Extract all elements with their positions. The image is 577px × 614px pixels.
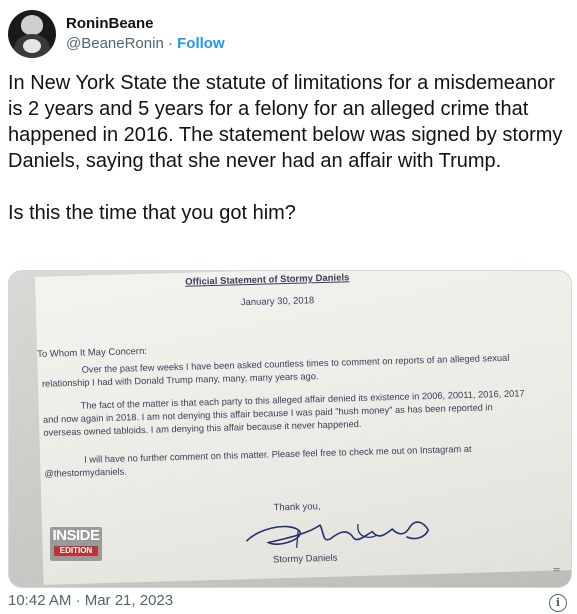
- tweet-text: In New York State the statute of limitat…: [8, 72, 563, 224]
- document-greeting: To Whom It May Concern:: [37, 345, 148, 360]
- handle-row: @BeaneRonin · Follow: [66, 34, 225, 54]
- logo-line-2: EDITION: [54, 546, 98, 556]
- logo-line-1: INSIDE: [52, 527, 100, 544]
- user-info: RoninBeane @BeaneRonin · Follow: [66, 14, 225, 54]
- display-name[interactable]: RoninBeane: [66, 14, 225, 34]
- avatar[interactable]: [8, 10, 56, 58]
- corner-mark-icon: ≖: [552, 564, 562, 576]
- document-signatory: Stormy Daniels: [272, 552, 338, 566]
- tweet-header: RoninBeane @BeaneRonin · Follow: [8, 8, 225, 60]
- separator: ·: [167, 35, 173, 52]
- avatar-face: [21, 15, 43, 35]
- document-date: January 30, 2018: [240, 295, 315, 309]
- document-title: Official Statement of Stormy Daniels: [185, 272, 350, 288]
- info-icon[interactable]: i: [549, 594, 567, 612]
- tweet-timestamp[interactable]: 10:42 AM · Mar 21, 2023: [8, 592, 173, 609]
- inside-edition-logo: INSIDE EDITION: [50, 527, 102, 561]
- follow-button[interactable]: Follow: [177, 35, 225, 52]
- signature-icon: [245, 521, 430, 548]
- document-paragraph-2: The fact of the matter is that each part…: [42, 388, 525, 438]
- document-paragraph-3: I will have no further comment on this m…: [44, 443, 472, 479]
- avatar-badge: [23, 39, 41, 53]
- statement-document: Official Statement of Stormy Daniels Jan…: [35, 271, 571, 585]
- handle[interactable]: @BeaneRonin: [66, 35, 164, 52]
